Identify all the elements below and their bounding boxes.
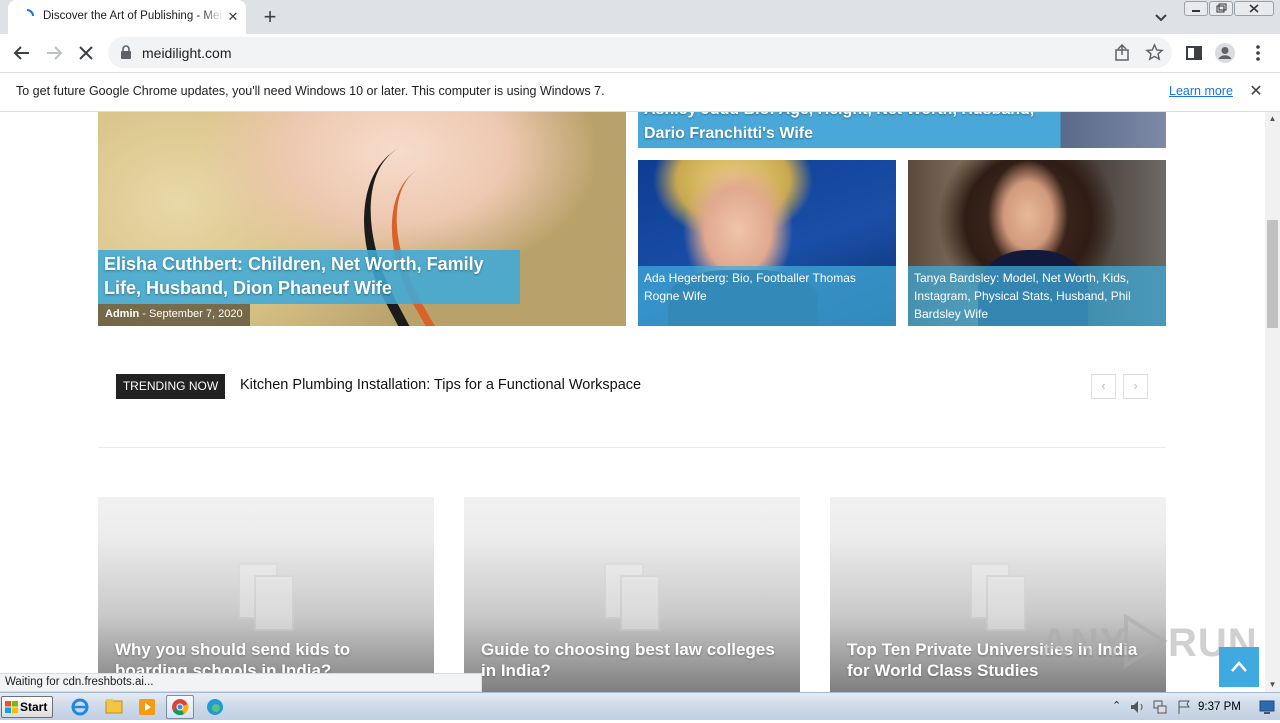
post-card[interactable]: Guide to choosing best law colleges in I… xyxy=(464,497,800,692)
update-infobar: To get future Google Chrome updates, you… xyxy=(0,72,1280,112)
anyrun-watermark: ANY RUN xyxy=(1040,607,1257,677)
address-bar[interactable]: meidilight.com xyxy=(108,37,1172,68)
file-explorer-icon[interactable] xyxy=(100,695,128,719)
post-card[interactable]: Why you should send kids to boarding sch… xyxy=(98,497,434,692)
hero-ada-caption: Ada Hegerberg: Bio, Footballer Thomas Ro… xyxy=(638,266,896,326)
window-minimize-button[interactable] xyxy=(1184,1,1208,16)
image-placeholder-icon xyxy=(238,563,294,643)
trending-next-button[interactable]: › xyxy=(1123,374,1148,399)
loading-favicon-icon xyxy=(26,9,34,17)
share-icon[interactable] xyxy=(1113,44,1131,62)
trending-prev-button[interactable]: ‹ xyxy=(1091,374,1116,399)
hero-main-meta: Admin - September 7, 2020 xyxy=(98,304,250,326)
post-card-title[interactable]: Guide to choosing best law colleges in I… xyxy=(481,639,786,681)
start-label: Start xyxy=(20,700,48,714)
meta-separator: - xyxy=(142,308,146,320)
edge-icon[interactable] xyxy=(201,695,229,719)
show-desktop-icon[interactable] xyxy=(1259,700,1275,714)
lock-icon[interactable] xyxy=(120,45,132,59)
post-date: September 7, 2020 xyxy=(149,308,243,320)
back-arrow-icon[interactable] xyxy=(11,42,33,64)
hero-main-caption: Elisha Cuthbert: Children, Net Worth, Fa… xyxy=(98,250,520,304)
image-placeholder-icon xyxy=(970,563,1026,643)
internet-explorer-icon[interactable] xyxy=(66,695,94,719)
hero-top-right-title[interactable]: Ashley Judd Bio: Age, Height, Net Worth,… xyxy=(644,112,1054,146)
trending-headline[interactable]: Kitchen Plumbing Installation: Tips for … xyxy=(240,377,641,393)
hero-main-post[interactable]: Elisha Cuthbert: Children, Net Worth, Fa… xyxy=(98,112,626,326)
image-placeholder-icon xyxy=(604,563,660,643)
infobar-message: To get future Google Chrome updates, you… xyxy=(16,84,605,98)
stop-loading-icon[interactable] xyxy=(75,42,97,64)
taskbar-clock[interactable]: 9:37 PM xyxy=(1198,701,1241,713)
section-divider xyxy=(98,447,1166,448)
windows-taskbar: Start ⌃ 9:37 PM xyxy=(0,692,1280,720)
window-restore-button[interactable] xyxy=(1209,1,1233,16)
hero-main-title[interactable]: Elisha Cuthbert: Children, Net Worth, Fa… xyxy=(104,252,509,300)
page-viewport: Elisha Cuthbert: Children, Net Worth, Fa… xyxy=(0,112,1265,692)
window-close-button[interactable] xyxy=(1234,1,1274,16)
windows-flag-icon xyxy=(5,701,18,713)
scroll-to-top-button[interactable] xyxy=(1219,647,1259,687)
menu-kebab-icon[interactable] xyxy=(1247,42,1269,64)
browser-tab-strip: Discover the Art of Publishing - Meidili… xyxy=(0,0,1280,34)
play-triangle-icon xyxy=(1124,613,1168,669)
scrollbar-thumb[interactable] xyxy=(1267,220,1278,328)
bookmark-star-icon[interactable] xyxy=(1145,43,1164,62)
hero-tanya-caption: Tanya Bardsley: Model, Net Worth, Kids, … xyxy=(908,266,1166,326)
system-tray: ⌃ xyxy=(1104,693,1280,721)
start-button[interactable]: Start xyxy=(1,696,53,718)
chrome-icon xyxy=(172,699,189,716)
browser-toolbar: meidilight.com xyxy=(0,34,1280,72)
side-panel-icon[interactable] xyxy=(1183,42,1205,64)
network-icon[interactable] xyxy=(1152,699,1168,715)
profile-avatar-icon[interactable] xyxy=(1214,42,1236,64)
url-text[interactable]: meidilight.com xyxy=(142,45,231,61)
hero-top-right-post[interactable]: Ashley Judd Bio: Age, Height, Net Worth,… xyxy=(638,112,1166,148)
tray-expand-icon[interactable]: ⌃ xyxy=(1112,699,1121,712)
chrome-taskbar-button[interactable] xyxy=(166,695,194,719)
forward-arrow-icon[interactable] xyxy=(43,42,65,64)
hero-tanya-post[interactable]: Tanya Bardsley: Model, Net Worth, Kids, … xyxy=(908,160,1166,326)
volume-icon[interactable] xyxy=(1130,700,1146,714)
scroll-down-arrow-icon[interactable]: ▼ xyxy=(1265,678,1280,692)
infobar-close-icon[interactable]: ✕ xyxy=(1247,83,1265,101)
tab-title: Discover the Art of Publishing - Meidili… xyxy=(43,10,223,22)
chevron-up-icon xyxy=(1231,661,1247,672)
new-tab-button[interactable]: + xyxy=(256,4,284,30)
learn-more-link[interactable]: Learn more xyxy=(1169,84,1233,98)
post-author[interactable]: Admin xyxy=(105,308,139,320)
hero-ada-title[interactable]: Ada Hegerberg: Bio, Footballer Thomas Ro… xyxy=(644,269,884,305)
tab-close-icon[interactable]: ✕ xyxy=(224,8,242,26)
status-bubble: Waiting for cdn.freshbots.ai... xyxy=(0,673,482,692)
browser-tab[interactable]: Discover the Art of Publishing - Meidili… xyxy=(8,0,246,34)
watermark-text-left: ANY xyxy=(1040,621,1128,665)
action-center-flag-icon[interactable] xyxy=(1176,699,1192,715)
media-player-icon[interactable] xyxy=(133,695,161,719)
tab-search-chevron-icon[interactable] xyxy=(1150,6,1172,28)
hero-tanya-title[interactable]: Tanya Bardsley: Model, Net Worth, Kids, … xyxy=(914,269,1154,323)
page-scrollbar[interactable]: ▲ ▼ xyxy=(1265,112,1280,692)
hero-ada-post[interactable]: Ada Hegerberg: Bio, Footballer Thomas Ro… xyxy=(638,160,896,326)
scroll-up-arrow-icon[interactable]: ▲ xyxy=(1265,112,1280,126)
trending-now-label: TRENDING NOW xyxy=(116,374,225,399)
